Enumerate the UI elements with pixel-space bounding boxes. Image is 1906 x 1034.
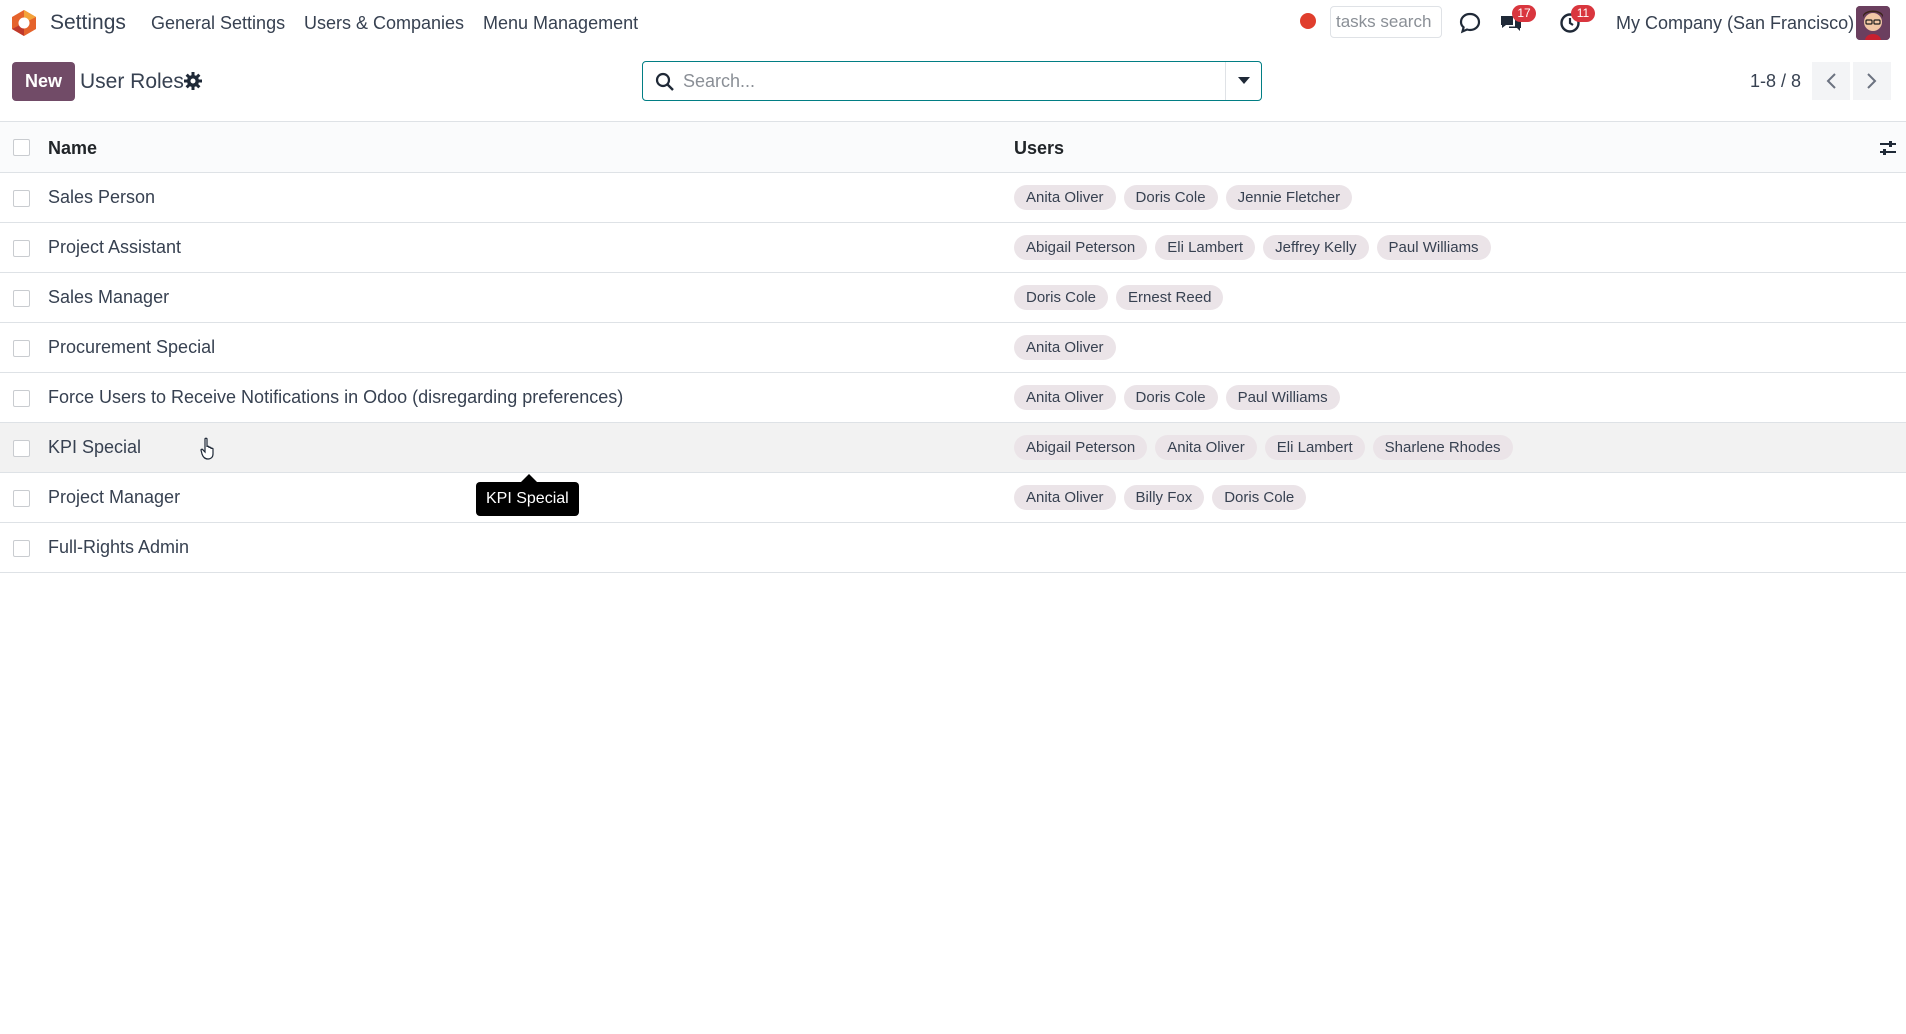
tasks-search-input[interactable]: [1330, 6, 1442, 38]
list-header: Name Users: [0, 121, 1906, 173]
role-name[interactable]: Sales Manager: [48, 287, 169, 308]
menu-menu-management[interactable]: Menu Management: [483, 13, 638, 34]
user-tag[interactable]: Billy Fox: [1123, 485, 1205, 510]
table-row[interactable]: Full-Rights Admin: [0, 523, 1906, 573]
user-roles-list: Name Users Sales Person Anita Oliver Dor…: [0, 121, 1906, 573]
table-row[interactable]: Project Assistant Abigail Peterson Eli L…: [0, 223, 1906, 273]
role-name[interactable]: Project Manager: [48, 487, 180, 508]
user-tag[interactable]: Abigail Peterson: [1014, 435, 1148, 460]
role-users: Doris Cole Ernest Reed: [1014, 285, 1224, 310]
user-tag[interactable]: Anita Oliver: [1014, 385, 1116, 410]
role-name[interactable]: Full-Rights Admin: [48, 537, 189, 558]
search-options-toggle[interactable]: [1225, 62, 1261, 100]
user-tag[interactable]: Paul Williams: [1376, 235, 1491, 260]
odoo-logo-icon[interactable]: [10, 9, 38, 37]
row-checkbox[interactable]: [13, 490, 30, 507]
role-name[interactable]: KPI Special: [48, 437, 141, 458]
table-row[interactable]: Sales Manager Doris Cole Ernest Reed: [0, 273, 1906, 323]
user-tag[interactable]: Anita Oliver: [1014, 335, 1116, 360]
user-tag[interactable]: Doris Cole: [1212, 485, 1307, 510]
user-tag[interactable]: Anita Oliver: [1014, 185, 1116, 210]
table-row[interactable]: Project Manager Anita Oliver Billy Fox D…: [0, 473, 1906, 523]
row-checkbox[interactable]: [13, 290, 30, 307]
row-checkbox[interactable]: [13, 340, 30, 357]
user-tag[interactable]: Jennie Fletcher: [1225, 185, 1353, 210]
activities-badge: 11: [1571, 5, 1595, 22]
search-input[interactable]: [683, 63, 1243, 99]
row-checkbox[interactable]: [13, 440, 30, 457]
role-users: Anita Oliver: [1014, 335, 1116, 360]
table-row[interactable]: Force Users to Receive Notifications in …: [0, 373, 1906, 423]
select-all-checkbox[interactable]: [13, 139, 30, 156]
pointer-cursor-icon: [200, 437, 214, 460]
optional-columns-icon[interactable]: [1878, 138, 1898, 158]
gear-icon[interactable]: [183, 71, 203, 91]
role-name[interactable]: Procurement Special: [48, 337, 215, 358]
messages-badge: 17: [1512, 5, 1536, 22]
role-users: Abigail Peterson Anita Oliver Eli Lamber…: [1014, 435, 1513, 460]
row-checkbox[interactable]: [13, 240, 30, 257]
user-tag[interactable]: Anita Oliver: [1155, 435, 1257, 460]
role-users: Anita Oliver Doris Cole Paul Williams: [1014, 385, 1340, 410]
chat-bubble-icon[interactable]: [1456, 9, 1484, 37]
menu-users-companies[interactable]: Users & Companies: [304, 13, 464, 34]
role-name[interactable]: Force Users to Receive Notifications in …: [48, 387, 623, 408]
role-name[interactable]: Project Assistant: [48, 237, 181, 258]
role-users: Anita Oliver Doris Cole Jennie Fletcher: [1014, 185, 1353, 210]
tooltip: KPI Special: [476, 474, 579, 516]
user-tag[interactable]: Eli Lambert: [1264, 435, 1365, 460]
table-row[interactable]: KPI Special Abigail Peterson Anita Olive…: [0, 423, 1906, 473]
user-tag[interactable]: Eli Lambert: [1155, 235, 1256, 260]
user-tag[interactable]: Doris Cole: [1123, 385, 1218, 410]
user-tag[interactable]: Abigail Peterson: [1014, 235, 1148, 260]
chevron-left-icon: [1826, 73, 1836, 89]
app-name[interactable]: Settings: [50, 11, 126, 35]
chevron-right-icon: [1867, 73, 1877, 89]
table-row[interactable]: Sales Person Anita Oliver Doris Cole Jen…: [0, 173, 1906, 223]
pager-next-button[interactable]: [1853, 62, 1891, 100]
user-tag[interactable]: Doris Cole: [1014, 285, 1109, 310]
pager-previous-button[interactable]: [1812, 62, 1850, 100]
page-title[interactable]: User Roles: [80, 70, 184, 94]
role-users: Anita Oliver Billy Fox Doris Cole: [1014, 485, 1307, 510]
top-navbar: Settings General Settings Users & Compan…: [0, 0, 1906, 46]
messages-icon[interactable]: 17: [1497, 5, 1536, 37]
search-icon: [655, 72, 674, 91]
column-header-name[interactable]: Name: [48, 138, 97, 159]
user-avatar[interactable]: [1856, 6, 1890, 40]
user-tag[interactable]: Ernest Reed: [1116, 285, 1224, 310]
menu-general-settings[interactable]: General Settings: [151, 13, 285, 34]
user-tag[interactable]: Sharlene Rhodes: [1372, 435, 1513, 460]
dropdown-caret-icon: [1237, 77, 1250, 84]
new-button[interactable]: New: [12, 62, 75, 101]
clock-icon[interactable]: 11: [1556, 5, 1595, 37]
role-name[interactable]: Sales Person: [48, 187, 155, 208]
user-tag[interactable]: Jeffrey Kelly: [1263, 235, 1369, 260]
recording-indicator-icon[interactable]: [1300, 13, 1316, 29]
pager-value[interactable]: 1-8 / 8: [1750, 71, 1801, 92]
row-checkbox[interactable]: [13, 540, 30, 557]
table-row[interactable]: Procurement Special Anita Oliver: [0, 323, 1906, 373]
user-tag[interactable]: Paul Williams: [1225, 385, 1340, 410]
user-tag[interactable]: Doris Cole: [1123, 185, 1218, 210]
row-checkbox[interactable]: [13, 190, 30, 207]
company-switcher[interactable]: My Company (San Francisco): [1616, 13, 1854, 34]
search-bar: [642, 61, 1262, 101]
user-tag[interactable]: Anita Oliver: [1014, 485, 1116, 510]
row-checkbox[interactable]: [13, 390, 30, 407]
role-users: Abigail Peterson Eli Lambert Jeffrey Kel…: [1014, 235, 1491, 260]
column-header-users[interactable]: Users: [1014, 138, 1064, 159]
